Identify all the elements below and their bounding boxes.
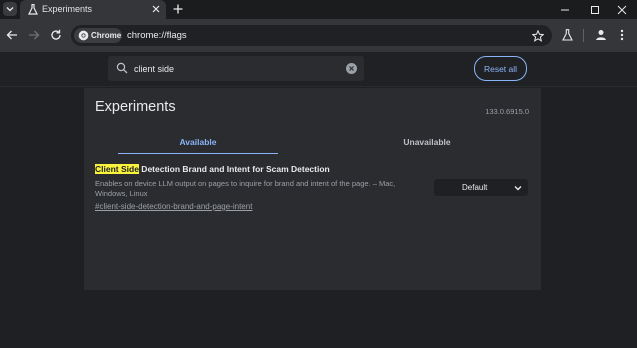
maximize-button[interactable]	[580, 0, 610, 19]
reload-button[interactable]	[48, 27, 64, 43]
experiment-permalink[interactable]: #client-side-detection-brand-and-page-in…	[95, 202, 535, 212]
forward-button[interactable]	[26, 27, 42, 43]
active-tab-indicator	[118, 153, 278, 154]
new-tab-button[interactable]	[171, 2, 185, 16]
plus-icon	[173, 4, 183, 14]
search-input[interactable]	[134, 56, 334, 81]
tab-close-button[interactable]	[150, 3, 162, 15]
minimize-button[interactable]	[550, 0, 580, 19]
close-icon	[349, 66, 354, 71]
tab-search-button[interactable]	[3, 2, 17, 16]
chrome-logo-icon	[78, 30, 89, 41]
profile-button[interactable]	[593, 27, 609, 43]
search-icon	[116, 62, 128, 74]
chevron-down-icon	[514, 186, 522, 191]
reload-icon	[51, 29, 61, 40]
experiments-button[interactable]	[559, 27, 575, 43]
select-value: Default	[462, 183, 488, 192]
flask-icon	[561, 29, 573, 41]
tab-experiments[interactable]: Experiments	[20, 0, 166, 19]
maximize-icon	[591, 5, 599, 14]
tab-title: Experiments	[42, 4, 93, 14]
site-info-chip[interactable]: Chrome	[74, 28, 122, 43]
experiment-state-select[interactable]: Default	[434, 179, 528, 196]
address-bar[interactable]: Chrome chrome://flags	[71, 25, 552, 46]
reset-all-button[interactable]: Reset all	[474, 56, 527, 81]
tab-available[interactable]: Available	[84, 129, 312, 154]
flag-tabs: Available Unavailable	[84, 129, 541, 154]
close-icon	[152, 5, 160, 13]
search-highlight: Client Side	[95, 164, 139, 174]
chip-label: Chrome	[91, 31, 122, 40]
version-label: 133.0.6915.0	[485, 107, 529, 116]
menu-button[interactable]	[614, 27, 630, 43]
close-icon	[617, 5, 627, 14]
toolbar-divider	[583, 29, 584, 42]
chevron-down-icon	[6, 7, 14, 12]
more-vertical-icon	[620, 29, 624, 41]
experiment-description: Enables on device LLM output on pages to…	[95, 179, 396, 198]
person-icon	[596, 30, 606, 40]
flask-icon	[28, 4, 38, 15]
star-icon	[531, 29, 544, 42]
page-title: Experiments	[95, 99, 176, 115]
close-window-button[interactable]	[607, 0, 637, 19]
minimize-icon	[561, 9, 569, 10]
bookmark-button[interactable]	[530, 28, 545, 43]
experiment-title-rest: Detection Brand and Intent for Scam Dete…	[138, 164, 330, 174]
url-text: chrome://flags	[127, 30, 187, 41]
browser-toolbar: Chrome chrome://flags	[0, 19, 637, 52]
tab-unavailable[interactable]: Unavailable	[313, 129, 541, 154]
reset-all-label: Reset all	[483, 63, 518, 74]
flags-header: Reset all	[0, 52, 637, 87]
experiment-title: Client Side Detection Brand and Intent f…	[95, 164, 535, 175]
back-button[interactable]	[4, 27, 20, 43]
arrow-right-icon	[29, 30, 40, 40]
clear-search-button[interactable]	[346, 63, 357, 74]
search-box[interactable]	[108, 56, 364, 81]
arrow-left-icon	[6, 30, 17, 40]
tab-strip: Experiments	[0, 0, 637, 19]
experiments-panel: Experiments 133.0.6915.0 Available Unava…	[84, 88, 541, 290]
